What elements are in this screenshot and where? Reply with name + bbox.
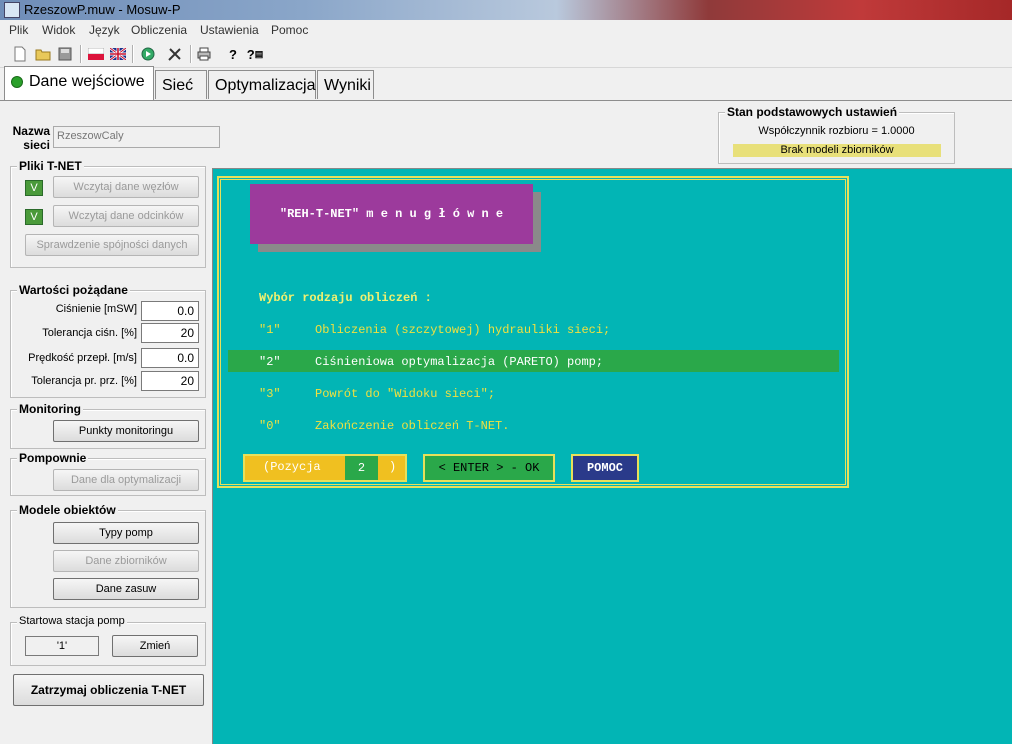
coefficient-text: Współczynnik rozbioru = 1.0000 [758, 125, 915, 137]
network-name-label: Nazwa sieci [10, 124, 50, 152]
segments-check[interactable]: V [25, 209, 43, 225]
menu-plik[interactable]: Plik [9, 23, 28, 37]
menu-jezyk[interactable]: Język [89, 23, 120, 37]
new-file-icon[interactable] [11, 45, 29, 63]
velocity-input[interactable]: 0.0 [141, 348, 199, 368]
velocity-label: Prędkość przepł. [m/s] [28, 352, 137, 364]
monitoring-group: Monitoring Punkty monitoringu [10, 402, 206, 449]
monitoring-points-button[interactable]: Punkty monitoringu [53, 420, 199, 442]
files-title: Pliki T-NET [17, 159, 84, 173]
load-segments-button[interactable]: Wczytaj dane odcinków [53, 205, 199, 227]
enter-ok-button[interactable]: < ENTER > - OK [423, 454, 555, 482]
context-help-icon[interactable]: ? ▤ [246, 45, 264, 63]
network-label-line2: sieci [23, 138, 50, 152]
print-icon[interactable] [195, 45, 213, 63]
position-value[interactable]: 2 [345, 456, 378, 480]
start-station-group: Startowa stacja pomp '1' Zmień [10, 615, 206, 666]
flag-pl-icon[interactable] [87, 45, 105, 63]
option-1-text[interactable]: Obliczenia (szczytowej) hydrauliki sieci… [315, 323, 610, 337]
pressure-label: Ciśnienie [mSW] [55, 303, 137, 315]
title-bar: RzeszowP.muw - Mosuw-P [0, 0, 1012, 20]
option-1-key[interactable]: "1" [259, 323, 281, 337]
option-3-text[interactable]: Powrót do "Widoku sieci"; [315, 387, 495, 401]
flag-uk-icon[interactable] [109, 45, 127, 63]
option-0-text[interactable]: Zakończenie obliczeń T-NET. [315, 419, 509, 433]
active-dot-icon [11, 75, 23, 88]
stop-calculation-button[interactable]: Zatrzymaj obliczenia T-NET [13, 674, 204, 706]
valve-data-button[interactable]: Dane zasuw [53, 578, 199, 600]
tab-optymalizacja[interactable]: Optymalizacja [208, 70, 316, 99]
desired-values-title: Wartości pożądane [17, 283, 130, 297]
optimization-data-button[interactable]: Dane dla optymalizacji [53, 469, 199, 491]
option-2-text[interactable]: Ciśnieniowa optymalizacja (PARETO) pomp; [315, 355, 603, 369]
network-name-field[interactable]: RzeszowCaly [53, 126, 220, 148]
network-label-line1: Nazwa [12, 124, 50, 138]
nodes-check[interactable]: V [25, 180, 43, 196]
tab-dane-wejsciowe[interactable]: Dane wejściowe [4, 66, 154, 100]
pump-types-button[interactable]: Typy pomp [53, 522, 199, 544]
pump-stations-title: Pompownie [17, 451, 89, 465]
monitoring-title: Monitoring [17, 402, 83, 416]
status-title: Stan podstawowych ustawień [725, 105, 900, 119]
status-group: Stan podstawowych ustawień Współczynnik … [718, 105, 955, 164]
object-models-title: Modele obiektów [17, 503, 118, 517]
tab-wyniki[interactable]: Wyniki [317, 70, 374, 99]
window-title: RzeszowP.muw - Mosuw-P [24, 2, 181, 17]
tnet-console: "REH-T-NET" m e n u g ł ó w n e Wybór ro… [212, 168, 1012, 744]
position-label: (Pozycja [263, 460, 321, 474]
pressure-tolerance-input[interactable]: 20 [141, 323, 199, 343]
pressure-input[interactable]: 0.0 [141, 301, 199, 321]
tab-strip-line [0, 100, 1012, 101]
open-folder-icon[interactable] [34, 45, 52, 63]
calc-prompt: Wybór rodzaju obliczeń : [259, 291, 432, 305]
tab-label: Dane wejściowe [29, 73, 145, 90]
change-station-button[interactable]: Zmień [112, 635, 198, 657]
menu-pomoc[interactable]: Pomoc [271, 23, 308, 37]
option-0-key[interactable]: "0" [259, 419, 281, 433]
help-icon[interactable]: ? [224, 45, 242, 63]
pressure-tolerance-label: Tolerancja ciśn. [%] [42, 327, 137, 339]
tools-icon[interactable] [166, 45, 184, 63]
pump-stations-group: Pompownie Dane dla optymalizacji [10, 451, 206, 496]
option-2-key[interactable]: "2" [259, 355, 281, 369]
menu-header: "REH-T-NET" m e n u g ł ó w n e [250, 184, 533, 244]
files-group: Pliki T-NET V Wczytaj dane węzłów V Wczy… [10, 159, 206, 268]
start-station-value: '1' [25, 636, 99, 656]
run-icon[interactable] [139, 45, 157, 63]
desired-values-group: Wartości pożądane Ciśnienie [mSW] 0.0 To… [10, 283, 206, 398]
load-nodes-button[interactable]: Wczytaj dane węzłów [53, 176, 199, 198]
velocity-tolerance-label: Tolerancja pr. prz. [%] [31, 375, 137, 387]
position-close: ) [389, 460, 397, 474]
tank-warning: Brak modeli zbiorników [733, 144, 941, 157]
object-models-group: Modele obiektów Typy pomp Dane zbiornikó… [10, 503, 206, 608]
option-3-key[interactable]: "3" [259, 387, 281, 401]
toolbar: ? ? ▤ [0, 41, 1012, 68]
start-station-title: Startowa stacja pomp [17, 615, 127, 627]
menu-bar: Plik Widok Język Obliczenia Ustawienia P… [0, 20, 1012, 41]
save-icon[interactable] [56, 45, 74, 63]
tank-data-button[interactable]: Dane zbiorników [53, 550, 199, 572]
velocity-tolerance-input[interactable]: 20 [141, 371, 199, 391]
help-button[interactable]: POMOC [571, 454, 639, 482]
tab-siec[interactable]: Sieć [155, 70, 207, 99]
menu-obliczenia[interactable]: Obliczenia [131, 23, 187, 37]
menu-widok[interactable]: Widok [42, 23, 75, 37]
app-icon [4, 2, 20, 18]
check-consistency-button[interactable]: Sprawdzenie spójności danych [25, 234, 199, 256]
menu-ustawienia[interactable]: Ustawienia [200, 23, 259, 37]
